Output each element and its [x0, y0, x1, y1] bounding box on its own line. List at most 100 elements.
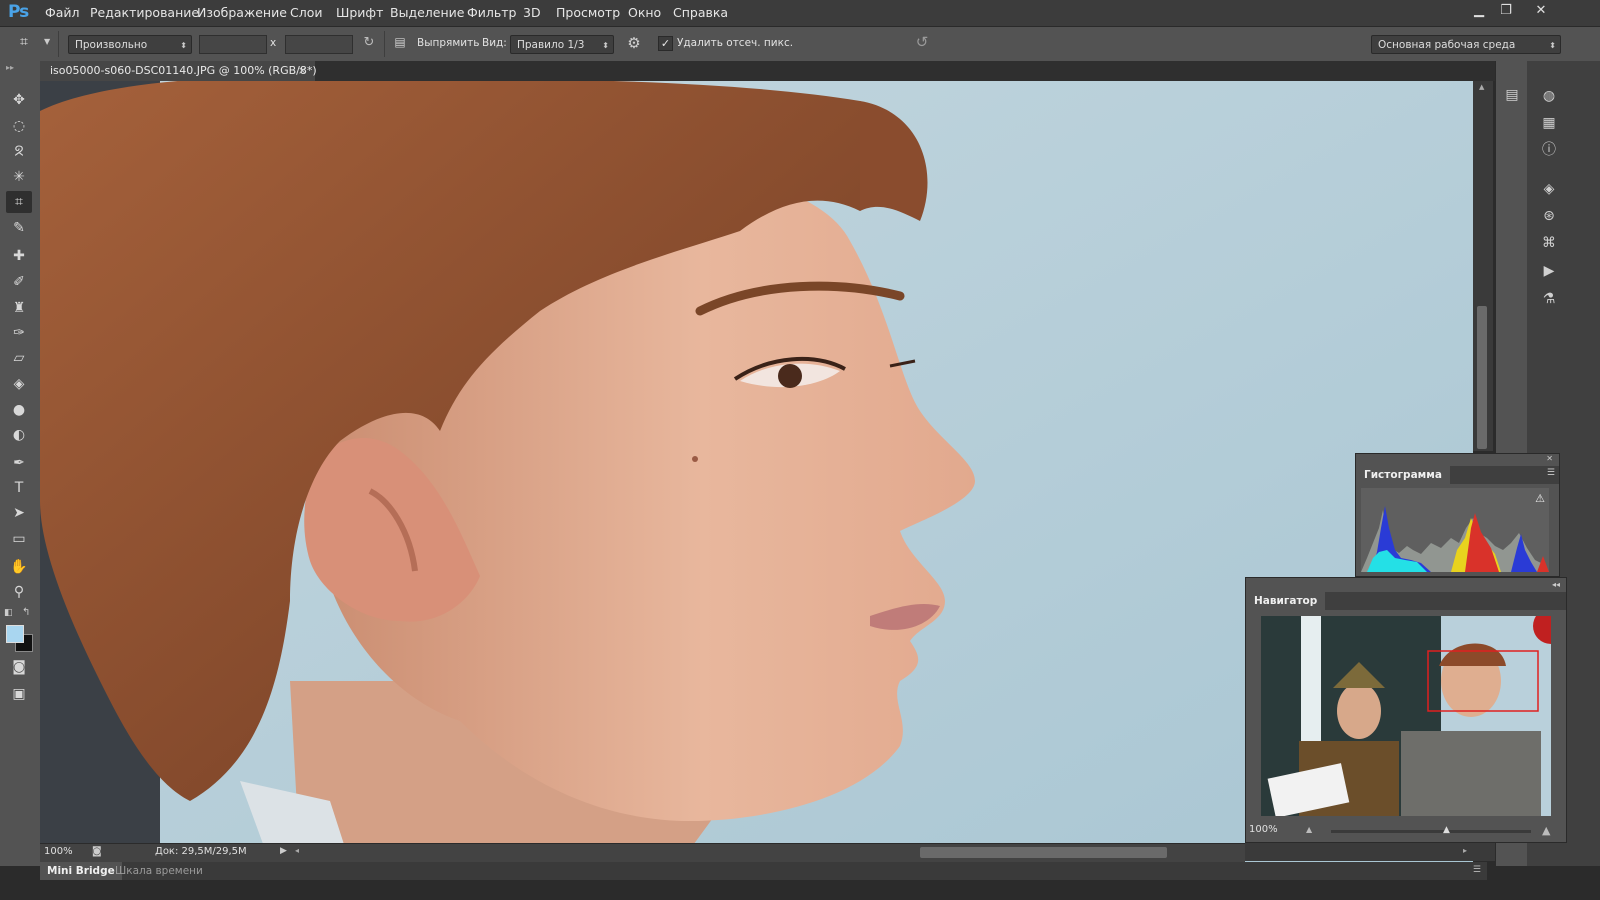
- times-sign: x: [270, 37, 277, 49]
- workspace-select[interactable]: Основная рабочая среда ⬍: [1371, 35, 1561, 54]
- crop-tool-icon[interactable]: ⌗: [6, 191, 32, 213]
- warning-icon[interactable]: ⚠: [1535, 492, 1545, 505]
- menu-help[interactable]: Справка: [673, 5, 728, 20]
- quick-mask-icon[interactable]: ◙: [6, 656, 32, 678]
- paint-bucket-tool-icon[interactable]: ◈: [6, 373, 32, 395]
- crop-ratio-select[interactable]: Произвольно ⬍: [68, 35, 192, 54]
- menu-3d[interactable]: 3D: [523, 5, 541, 20]
- status-info-icon[interactable]: ◙: [92, 846, 102, 857]
- swap-colors-icon[interactable]: ↰: [22, 607, 30, 618]
- scroll-left-icon[interactable]: ◂: [295, 846, 299, 855]
- menu-image[interactable]: Изображение: [197, 5, 287, 20]
- navigator-preview-image: [1261, 616, 1551, 816]
- history-panel-icon[interactable]: ▤: [1501, 85, 1523, 105]
- default-colors-icon[interactable]: ◧: [4, 608, 13, 618]
- path-selection-tool-icon[interactable]: ➤: [6, 502, 32, 524]
- restore-icon[interactable]: ❐: [1492, 1, 1520, 21]
- eyedropper-tool-icon[interactable]: ✎: [6, 217, 32, 239]
- brush-tool-icon[interactable]: ✐: [6, 271, 32, 293]
- navigator-tab[interactable]: Навигатор: [1246, 592, 1326, 610]
- menu-type[interactable]: Шрифт: [336, 5, 383, 20]
- pen-tool-icon[interactable]: ✒: [6, 452, 32, 474]
- menu-select[interactable]: Выделение: [390, 5, 464, 20]
- eraser-tool-icon[interactable]: ▱: [6, 347, 32, 369]
- crop-tool-preset-icon[interactable]: ⌗: [20, 34, 40, 54]
- histogram-display: ⚠: [1361, 488, 1549, 572]
- view-overlay-select[interactable]: Правило 1/3 ⬍: [510, 35, 614, 54]
- panel-menu-icon[interactable]: ☰: [1547, 468, 1555, 478]
- swap-icon[interactable]: ↻: [360, 35, 378, 53]
- scroll-up-icon[interactable]: ▲: [1479, 83, 1484, 91]
- vertical-scroll-thumb[interactable]: [1477, 306, 1487, 449]
- gear-icon[interactable]: ⚙: [624, 34, 644, 54]
- separator: [384, 31, 385, 57]
- channels-panel-icon[interactable]: ⊛: [1538, 206, 1560, 226]
- delete-cropped-checkbox[interactable]: ✓: [658, 36, 673, 51]
- minimize-icon[interactable]: ▁: [1465, 1, 1493, 21]
- screen-mode-icon[interactable]: ▣: [6, 683, 32, 705]
- navigator-zoom-value[interactable]: 100%: [1249, 824, 1278, 835]
- navigator-thumbnail[interactable]: [1261, 616, 1551, 816]
- zoom-tool-icon[interactable]: ⚲: [6, 581, 32, 603]
- menu-view[interactable]: Просмотр: [556, 5, 620, 20]
- crop-width-input[interactable]: [199, 35, 267, 54]
- menu-edit[interactable]: Редактирование: [90, 5, 199, 20]
- zoom-slider-handle[interactable]: ▲: [1443, 825, 1451, 835]
- menu-layers[interactable]: Слои: [290, 5, 323, 20]
- collapse-icon[interactable]: ▸▸: [6, 63, 14, 72]
- rectangle-tool-icon[interactable]: ▭: [6, 528, 32, 550]
- close-panel-icon[interactable]: ✕: [1546, 454, 1553, 463]
- histogram-header: Гистограмма ☰: [1356, 466, 1559, 484]
- adjustments-panel-icon[interactable]: ⚗: [1538, 289, 1560, 309]
- vertical-scrollbar[interactable]: ▲: [1473, 81, 1493, 451]
- foreground-color-swatch[interactable]: [6, 625, 24, 643]
- tab-timeline[interactable]: Шкала времени: [108, 862, 210, 880]
- move-tool-icon[interactable]: ✥: [6, 89, 32, 111]
- scroll-right-icon[interactable]: ▸: [1463, 846, 1467, 855]
- color-panel-icon[interactable]: ◍: [1538, 86, 1560, 106]
- dodge-tool-icon[interactable]: ◐: [6, 424, 32, 446]
- close-icon[interactable]: ✕: [1527, 1, 1555, 21]
- blur-tool-icon[interactable]: ●: [6, 399, 32, 421]
- swatches-panel-icon[interactable]: ▦: [1538, 113, 1560, 133]
- updown-icon: ⬍: [1549, 41, 1556, 50]
- document-size: Док: 29,5M/29,5M: [155, 846, 247, 857]
- marquee-tool-icon[interactable]: ◌: [6, 115, 32, 137]
- hand-tool-icon[interactable]: ✋: [6, 556, 32, 578]
- lasso-tool-icon[interactable]: ᘝ: [6, 141, 32, 163]
- view-label: Вид:: [482, 37, 507, 49]
- actions-panel-icon[interactable]: ▶: [1538, 261, 1560, 281]
- healing-brush-tool-icon[interactable]: ✚: [6, 245, 32, 267]
- options-bar: ⌗ ▼ Произвольно ⬍ x ↻ ▤ Выпрямить Вид: Пр…: [0, 27, 1600, 62]
- panel-menu-icon[interactable]: ☰: [1473, 865, 1481, 875]
- paths-panel-icon[interactable]: ⌘: [1538, 233, 1560, 253]
- zoom-slider-track[interactable]: [1331, 830, 1531, 833]
- close-tab-icon[interactable]: ×: [298, 61, 307, 81]
- type-tool-icon[interactable]: T: [6, 477, 32, 499]
- collapse-icon[interactable]: ◂◂: [1552, 580, 1560, 589]
- updown-icon: ⬍: [180, 41, 187, 50]
- histogram-graph: [1361, 506, 1549, 572]
- magic-wand-tool-icon[interactable]: ✳: [6, 166, 32, 188]
- document-tab[interactable]: iso05000-s060-DSC01140.JPG @ 100% (RGB/8…: [40, 61, 317, 81]
- menu-file[interactable]: Файл: [45, 5, 80, 20]
- info-panel-icon[interactable]: ⓘ: [1538, 140, 1560, 160]
- status-menu-arrow-icon[interactable]: ▶: [280, 846, 287, 856]
- history-brush-tool-icon[interactable]: ✑: [6, 322, 32, 344]
- chevron-down-icon[interactable]: ▼: [44, 37, 50, 46]
- reset-icon[interactable]: ↺: [912, 33, 932, 53]
- histogram-tab[interactable]: Гистограмма: [1356, 466, 1450, 484]
- horizontal-scrollbar-end: ▸: [1245, 843, 1495, 861]
- zoom-out-icon[interactable]: ▲: [1306, 825, 1312, 834]
- straighten-button[interactable]: Выпрямить: [417, 37, 479, 49]
- layers-panel-icon[interactable]: ◈: [1538, 179, 1560, 199]
- updown-icon: ⬍: [602, 41, 609, 50]
- zoom-level[interactable]: 100%: [44, 846, 73, 857]
- zoom-in-icon[interactable]: ▲: [1542, 824, 1550, 837]
- crop-height-input[interactable]: [285, 35, 353, 54]
- menu-window[interactable]: Окно: [628, 5, 661, 20]
- horizontal-scroll-thumb[interactable]: [920, 847, 1167, 858]
- straighten-icon[interactable]: ▤: [391, 35, 409, 53]
- menu-filter[interactable]: Фильтр: [467, 5, 516, 20]
- stamp-tool-icon[interactable]: ♜: [6, 297, 32, 319]
